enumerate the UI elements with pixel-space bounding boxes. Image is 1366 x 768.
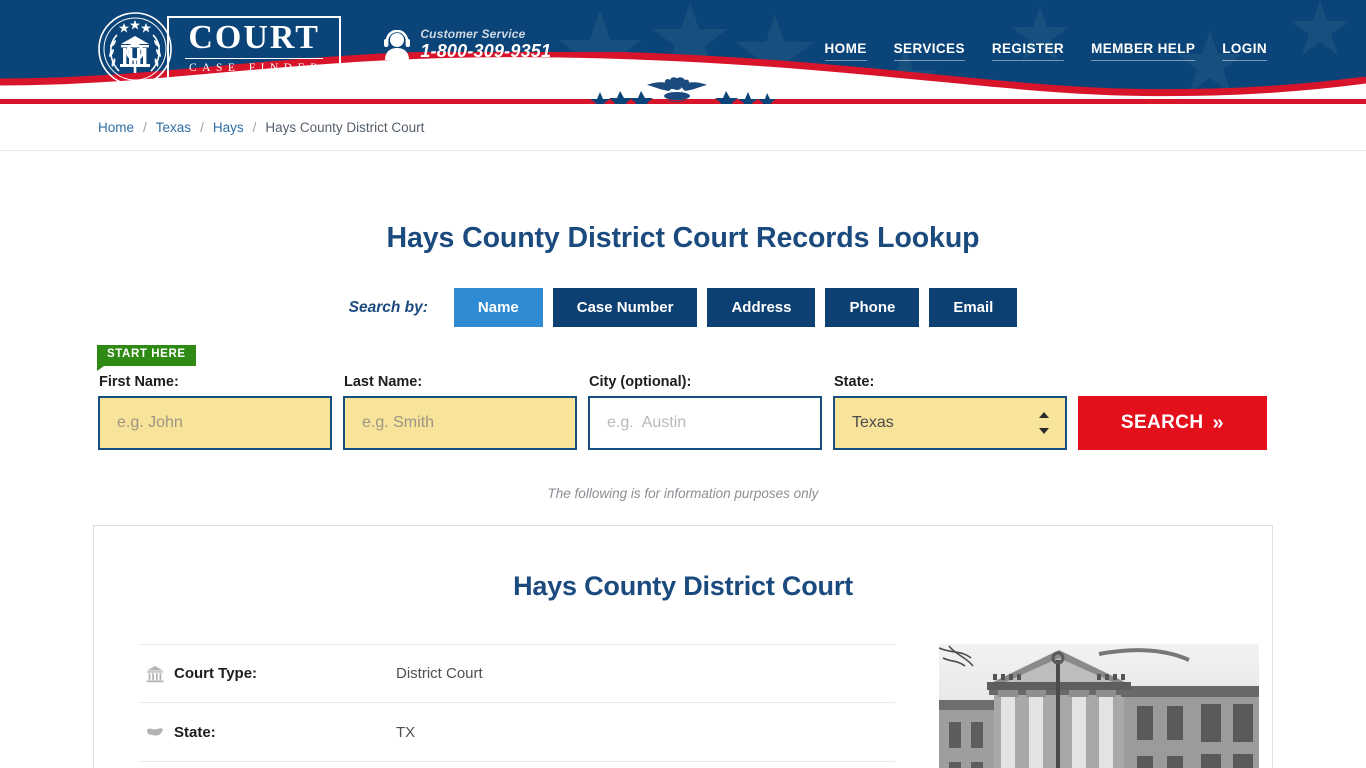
court-info-table: Court Type: District Court State: TX — [138, 644, 895, 768]
state-row-value: TX — [396, 723, 416, 741]
state-select[interactable]: Texas — [833, 396, 1067, 450]
last-name-label: Last Name: — [344, 374, 423, 390]
customer-service-label: Customer Service — [420, 27, 526, 41]
search-by-label: Search by: — [348, 298, 428, 316]
tab-name[interactable]: Name — [453, 288, 543, 327]
site-logo[interactable]: COURT CASE FINDER — [97, 11, 342, 87]
search-by-tabs: Search by: Name Case Number Address Phon… — [93, 288, 1273, 327]
logo-wordmark: COURT CASE FINDER — [167, 16, 342, 82]
nav-item-register[interactable]: REGISTER — [991, 41, 1065, 61]
first-name-label: First Name: — [99, 374, 179, 390]
nav-item-services[interactable]: SERVICES — [893, 41, 965, 61]
county-label: County: — [174, 761, 396, 768]
state-select-value: Texas — [852, 414, 894, 431]
breadcrumb-separator: / — [143, 120, 147, 135]
first-name-field-group: First Name: — [98, 374, 332, 450]
city-input[interactable] — [588, 396, 822, 450]
search-button[interactable]: SEARCH » — [1078, 396, 1267, 450]
logo-sub-text: CASE FINDER — [189, 62, 324, 75]
table-row: County: Hays — [138, 761, 895, 768]
nav-item-login[interactable]: LOGIN — [1222, 41, 1267, 61]
headset-support-icon — [384, 29, 411, 60]
customer-service-block: Customer Service 1-800-309-9351 — [383, 27, 551, 62]
page-title: Hays County District Court Records Looku… — [386, 222, 980, 254]
tab-address[interactable]: Address — [707, 288, 816, 327]
table-row: Court Type: District Court — [138, 644, 895, 703]
court-detail-card: Hays County District Court Court Type: D… — [93, 525, 1273, 768]
court-seal-icon — [98, 12, 172, 86]
tab-phone[interactable]: Phone — [825, 288, 920, 327]
main-navigation: HOME SERVICES REGISTER MEMBER HELP LOGIN — [824, 41, 1273, 61]
nav-item-member-help[interactable]: MEMBER HELP — [1091, 41, 1196, 61]
page-content: Hays County District Court Records Looku… — [93, 151, 1273, 768]
city-field-group: City (optional): — [588, 374, 822, 450]
breadcrumb-separator: / — [252, 120, 257, 135]
table-row: State: TX — [138, 702, 895, 761]
double-chevron-right-icon: » — [1212, 412, 1225, 434]
first-name-input[interactable] — [98, 396, 332, 450]
usa-map-icon — [147, 728, 163, 736]
state-field-group: State: Texas — [833, 374, 1067, 450]
disclaimer-text: The following is for information purpose… — [547, 486, 819, 501]
city-label: City (optional): — [589, 374, 692, 390]
breadcrumb-separator: / — [200, 120, 204, 135]
courthouse-photo — [939, 644, 1259, 768]
start-here-badge: START HERE — [97, 345, 196, 370]
state-row-label: State: — [174, 723, 216, 741]
county-value: Hays — [396, 761, 895, 768]
court-type-value: District Court — [396, 665, 483, 683]
last-name-input[interactable] — [343, 396, 577, 450]
breadcrumb-item-home[interactable]: Home — [98, 120, 134, 135]
breadcrumb-item-hays[interactable]: Hays — [213, 120, 244, 135]
tab-case-number[interactable]: Case Number — [552, 288, 698, 327]
tab-email[interactable]: Email — [929, 288, 1018, 327]
state-label: State: — [834, 374, 875, 390]
search-button-label: SEARCH — [1120, 412, 1204, 433]
breadcrumb-bar: Home / Texas / Hays / Hays County Distri… — [0, 104, 1366, 151]
breadcrumb-item-current: Hays County District Court — [265, 120, 425, 135]
nav-item-home[interactable]: HOME — [824, 41, 867, 61]
customer-service-phone[interactable]: 1-800-309-9351 — [420, 41, 551, 62]
logo-main-text: COURT — [185, 21, 324, 60]
site-header: COURT CASE FINDER Customer Service 1-800… — [0, 0, 1366, 104]
breadcrumb: Home / Texas / Hays / Hays County Distri… — [93, 104, 1273, 151]
breadcrumb-item-texas[interactable]: Texas — [156, 120, 191, 135]
last-name-field-group: Last Name: — [343, 374, 577, 450]
court-name-heading: Hays County District Court — [513, 571, 853, 601]
court-type-label: Court Type: — [174, 665, 258, 683]
search-form: START HERE First Name: Last Name: City (… — [93, 345, 1273, 450]
bank-building-icon — [146, 665, 164, 682]
